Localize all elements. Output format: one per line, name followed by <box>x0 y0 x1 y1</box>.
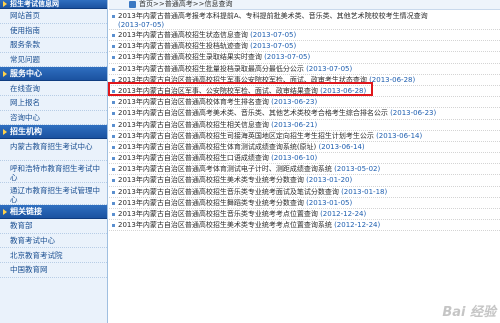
sidebar-item-nmg-center[interactable]: 内蒙古教育招生考试中心 <box>0 139 107 162</box>
list-item[interactable]: 2013年内蒙古自治区普通高校招生音乐类专业统考面试及笔试分数查询 (2013-… <box>109 187 500 198</box>
sidebar-item-tongliao-center[interactable]: 通辽市教育招生考试管理中心 <box>0 183 107 206</box>
sidebar-item-hohhot-center[interactable]: 呼和浩特市教育招生考试中心 <box>0 161 107 184</box>
list-item-title[interactable]: 2013年内蒙古自治区普通高校体育考生排名查询 <box>118 98 269 106</box>
list-item[interactable]: 2013年内蒙古自治区普通高校招生司接海英国地区定向招生考生招生计划考生公示 (… <box>109 131 500 142</box>
sidebar-section-header: 招生机构 <box>0 125 107 140</box>
sidebar: 招生考试信息网 网站首页 使用指南 服务条款 常见问题 服务中心 在线查询 网上… <box>0 0 108 323</box>
sidebar-link-moe[interactable]: 教育部 <box>0 219 107 234</box>
sidebar-section-header: 招生考试信息网 <box>0 0 107 9</box>
list-item[interactable]: 2013年内蒙古自治区普通高校招生相关信息查询 (2013-06-21) <box>109 120 500 131</box>
list-item-title[interactable]: 2013年内蒙古普通高校招生投档轨迹查询 <box>118 42 248 50</box>
list-item[interactable]: 2013年内蒙古普通高校招生批量投档录取最高分最低分公示 (2013-07-05… <box>109 64 500 75</box>
list-item[interactable]: 2013年内蒙古自治区普通高校招生美术类专业统考分数查询 (2013-01-20… <box>109 175 500 187</box>
list-item-title[interactable]: 2013年内蒙古自治区普通高校招生相关信息查询 <box>118 121 269 129</box>
sidebar-item-online-query[interactable]: 在线查询 <box>0 81 107 96</box>
arrow-icon <box>3 128 7 135</box>
list-item-title[interactable]: 2013年内蒙古自治区普通高考体育测试电子计时、测距成绩查询系统 <box>118 165 332 173</box>
list-item-date: (2013-07-05) <box>264 53 311 62</box>
list-item[interactable]: 2013年内蒙古自治区普通高校体育考生排名查询 (2013-06-23) <box>109 97 500 109</box>
sidebar-section-header: 服务中心 <box>0 67 107 82</box>
list-item-date: (2013-05-02) <box>334 165 381 174</box>
list-item-date: (2013-06-23) <box>390 109 437 118</box>
arrow-icon <box>3 208 7 215</box>
list-item-title[interactable]: 2013年内蒙古自治区普通高校招生音乐类专业统考考点位置查询 <box>118 210 318 218</box>
list-item-title[interactable]: 2013年内蒙古普通高校招生状态信息查询 <box>118 31 248 39</box>
breadcrumb: 首页>>普通高考>>信息查询 <box>109 0 500 10</box>
list-item-title[interactable]: 2013年内蒙古自治区普通高校招生舞蹈类专业统考分数查询 <box>118 199 304 207</box>
query-list: 2013年内蒙古普通高考报考本科提前A、专科提前批美术类、音乐类、其他艺术院校校… <box>109 11 500 232</box>
list-item-date: (2013-06-21) <box>271 120 318 129</box>
list-item[interactable]: 2013年内蒙古自治区普通高校招生美术类专业统考考点位置查询系统 (2012-1… <box>109 220 500 232</box>
highlight-box <box>108 82 373 96</box>
list-item-title[interactable]: 2013年内蒙古自治区普通高校招生音乐类专业统考面试及笔试分数查询 <box>118 188 339 196</box>
list-item[interactable]: 2013年内蒙古普通高校招生投档轨迹查询 (2013-07-05) <box>109 41 500 53</box>
main-content: 首页>>普通高考>>信息查询 2013年内蒙古普通高考报考本科提前A、专科提前批… <box>109 0 500 323</box>
list-item-date: (2013-07-05) <box>250 31 297 39</box>
sidebar-item-faq[interactable]: 常见问题 <box>0 53 107 68</box>
list-item-date: (2013-01-20) <box>306 176 353 185</box>
sidebar-section-header: 相关链接 <box>0 205 107 220</box>
list-item-date: (2013-01-05) <box>306 198 353 207</box>
list-item[interactable]: 2013年内蒙古自治区普通高校招生体育测试成绩查询系统(原址) (2013-06… <box>109 142 500 154</box>
sidebar-item-guide[interactable]: 使用指南 <box>0 24 107 39</box>
list-item-title[interactable]: 2013年内蒙古自治区普通高校招生司接海英国地区定向招生考生招生计划考生公示 <box>118 132 374 140</box>
list-item[interactable]: 2013年内蒙古自治区普通高考体育测试电子计时、测距成绩查询系统 (2013-0… <box>109 164 500 176</box>
sidebar-item-home[interactable]: 网站首页 <box>0 9 107 24</box>
sidebar-item-consult-center[interactable]: 咨询中心 <box>0 111 107 126</box>
list-item[interactable]: 2013年内蒙古普通高校招生录取结果实时查询 (2013-07-05) <box>109 52 500 64</box>
sidebar-item-terms[interactable]: 服务条款 <box>0 38 107 53</box>
list-item-title[interactable]: 2013年内蒙古自治区普通高考美术类、音乐类、其他艺术类校考合格考生综合排名公示 <box>118 109 388 117</box>
list-item-date: (2013-07-05) <box>250 42 297 51</box>
list-item-title[interactable]: 2013年内蒙古自治区普通高校招生美术类专业统考分数查询 <box>118 176 304 184</box>
sidebar-link-exam-center[interactable]: 教育考试中心 <box>0 234 107 249</box>
sidebar-link-edu-cn[interactable]: 中国教育网 <box>0 263 107 278</box>
list-item-date: (2012-12-24) <box>334 221 381 230</box>
sidebar-link-beijing-exam[interactable]: 北京教育考试院 <box>0 248 107 263</box>
list-item-date: (2013-06-14) <box>376 131 423 140</box>
list-item-title[interactable]: 2013年内蒙古普通高校招生录取结果实时查询 <box>118 53 262 61</box>
watermark: Bai 经验 <box>442 305 496 320</box>
arrow-icon <box>3 1 7 7</box>
list-item[interactable]: 2013年内蒙古自治区普通高校招生口语成绩查询 (2013-06-10) <box>109 153 500 165</box>
list-item-date: (2013-07-05) <box>118 21 165 29</box>
arrow-icon <box>3 70 7 77</box>
list-item-date: (2013-01-18) <box>341 187 388 196</box>
list-item-date: (2013-07-05) <box>306 64 353 73</box>
list-item[interactable]: 2013年内蒙古自治区普通高考美术类、音乐类、其他艺术类校考合格考生综合排名公示… <box>109 108 500 120</box>
list-item-title[interactable]: 2013年内蒙古自治区普通高校招生体育测试成绩查询系统(原址) <box>118 143 316 151</box>
list-item[interactable]: 2013年内蒙古自治区普通高校招生音乐类专业统考考点位置查询 (2012-12-… <box>109 209 500 221</box>
list-item-title[interactable]: 2013年内蒙古自治区普通高校招生美术类专业统考考点位置查询系统 <box>118 221 332 229</box>
sidebar-item-online-registration[interactable]: 网上报名 <box>0 96 107 111</box>
list-item-date: (2013-06-28) <box>369 75 416 84</box>
list-item[interactable]: 2013年内蒙古普通高考报考本科提前A、专科提前批美术类、音乐类、其他艺术院校校… <box>109 11 500 30</box>
list-item-title[interactable]: 2013年内蒙古普通高校招生批量投档录取最高分最低分公示 <box>118 65 304 73</box>
list-item-title[interactable]: 2013年内蒙古自治区普通高校招生口语成绩查询 <box>118 154 269 162</box>
list-item-title[interactable]: 2013年内蒙古普通高考报考本科提前A、专科提前批美术类、音乐类、其他艺术院校校… <box>118 12 428 20</box>
list-item[interactable]: 2013年内蒙古自治区普通高校招生舞蹈类专业统考分数查询 (2013-01-05… <box>109 198 500 209</box>
list-item-date: (2013-06-14) <box>318 142 365 151</box>
list-item-date: (2012-12-24) <box>320 210 367 218</box>
list-item-date: (2013-06-23) <box>271 98 318 107</box>
list-item[interactable]: 2013年内蒙古普通高校招生状态信息查询 (2013-07-05) <box>109 30 500 42</box>
list-item-date: (2013-06-10) <box>271 154 318 163</box>
home-icon <box>129 1 136 8</box>
